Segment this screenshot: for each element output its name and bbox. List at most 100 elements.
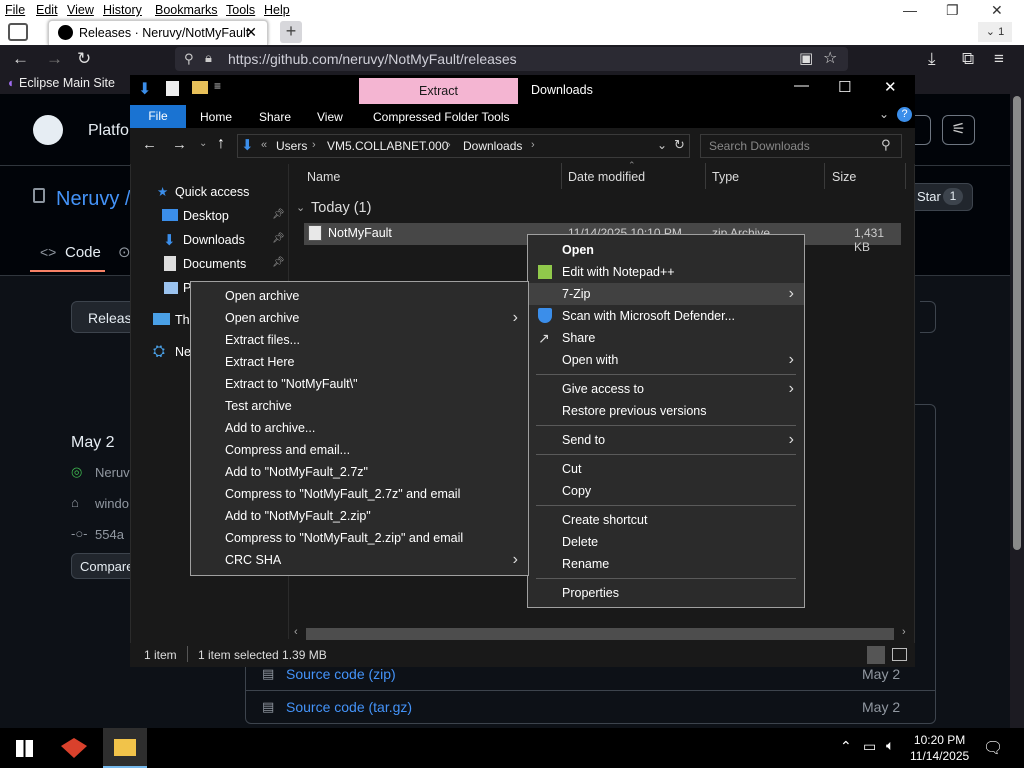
help-icon[interactable]: ?: [897, 107, 912, 122]
menu-bookmarks[interactable]: Bookmarks: [155, 3, 218, 17]
zip-compress-7z-email[interactable]: Compress to "NotMyFault_2.7z" and email: [191, 483, 528, 505]
new-tab-button[interactable]: +: [280, 21, 302, 43]
pin-icon[interactable]: 📌︎: [272, 233, 285, 244]
zip-extract-to-folder[interactable]: Extract to "NotMyFault\": [191, 373, 528, 395]
browser-tab[interactable]: Releases · Neruvy/NotMyFault ✕: [48, 20, 268, 45]
menu-item-properties[interactable]: Properties: [528, 582, 804, 604]
menu-item-restore-versions[interactable]: Restore previous versions: [528, 400, 804, 422]
menu-item-rename[interactable]: Rename: [528, 553, 804, 575]
platform-menu[interactable]: Platfo: [88, 122, 129, 140]
zip-extract-here[interactable]: Extract Here: [191, 351, 528, 373]
ribbon-tab-file[interactable]: File: [130, 105, 186, 128]
bookmark-star-icon[interactable]: ☆: [823, 48, 837, 68]
ribbon-expand-icon[interactable]: ⌄: [879, 107, 889, 121]
site-info-icon[interactable]: ⚲: [184, 51, 194, 67]
filter-icon[interactable]: ⚟: [942, 115, 975, 145]
minimize-icon[interactable]: —: [903, 2, 917, 18]
breadcrumb-profile[interactable]: VM5.COLLABNET.000: [327, 139, 448, 153]
downloads-icon[interactable]: ⤓: [928, 49, 936, 69]
tab-overflow-button[interactable]: ⌄ 1: [978, 22, 1012, 42]
group-collapse-icon[interactable]: ⌄: [296, 201, 305, 214]
ribbon-tab-share[interactable]: Share: [259, 110, 291, 124]
tags-button-edge[interactable]: [920, 301, 936, 333]
menu-item-7zip[interactable]: 7-Zip ›: [528, 283, 804, 305]
pin-icon[interactable]: 📌︎: [272, 257, 285, 268]
commit-link[interactable]: 554a: [95, 527, 124, 542]
page-scrollbar-thumb[interactable]: [1013, 96, 1021, 550]
scroll-right-icon[interactable]: ›: [902, 626, 906, 638]
column-date[interactable]: Date modified: [568, 170, 645, 184]
extensions-icon[interactable]: ⧉: [962, 49, 974, 69]
ribbon-tab-compressed-tools[interactable]: Compressed Folder Tools: [373, 110, 510, 124]
github-logo-icon[interactable]: [33, 115, 63, 145]
menu-history[interactable]: History: [103, 3, 142, 17]
author-link[interactable]: Neruv: [95, 465, 130, 480]
zip-open-archive[interactable]: Open archive: [191, 285, 528, 307]
forward-icon[interactable]: →: [46, 49, 63, 69]
group-today[interactable]: Today (1): [311, 200, 371, 216]
zip-test-archive[interactable]: Test archive: [191, 395, 528, 417]
zip-add-to-archive[interactable]: Add to archive...: [191, 417, 528, 439]
menu-item-delete[interactable]: Delete: [528, 531, 804, 553]
explorer-forward-icon[interactable]: →: [172, 136, 187, 153]
menu-edit[interactable]: Edit: [36, 3, 58, 17]
column-divider[interactable]: [905, 163, 906, 189]
breadcrumb-users[interactable]: Users: [276, 139, 307, 153]
quick-access-toolbar-dropdown-icon[interactable]: ≡: [214, 79, 221, 93]
column-divider[interactable]: [561, 163, 562, 189]
zip-open-archive-sub[interactable]: Open archive ›: [191, 307, 528, 329]
breadcrumb-downloads[interactable]: Downloads: [463, 139, 522, 153]
tag-link[interactable]: windo: [95, 496, 129, 511]
zip-add-7z[interactable]: Add to "NotMyFault_2.7z": [191, 461, 528, 483]
asset-link-zip[interactable]: Source code (zip): [286, 666, 396, 682]
zip-extract-files[interactable]: Extract files...: [191, 329, 528, 351]
zip-compress-email[interactable]: Compress and email...: [191, 439, 528, 461]
issues-icon[interactable]: ⊙: [118, 243, 131, 261]
tab-code[interactable]: Code: [65, 244, 101, 261]
start-windows-icon[interactable]: [16, 740, 33, 757]
explorer-minimize-icon[interactable]: —: [794, 77, 809, 94]
extract-context-tab[interactable]: Extract: [359, 78, 518, 104]
scroll-left-icon[interactable]: ‹: [294, 626, 298, 638]
column-size[interactable]: Size: [832, 170, 856, 184]
repo-owner-link[interactable]: Neruvy /: [56, 188, 130, 211]
zip-compress-zip-email[interactable]: Compress to "NotMyFault_2.zip" and email: [191, 527, 528, 549]
tab-list-icon[interactable]: [8, 23, 28, 41]
explorer-maximize-icon[interactable]: ☐: [838, 78, 851, 96]
nav-documents[interactable]: Documents: [183, 257, 246, 271]
recent-locations-icon[interactable]: ⌄: [199, 138, 207, 149]
pin-icon[interactable]: 📌︎: [272, 209, 285, 220]
address-bar[interactable]: ⬇ « Users › VM5.COLLABNET.000 › Download…: [237, 134, 690, 158]
app-menu-icon[interactable]: ≡: [994, 49, 1004, 69]
menu-item-give-access[interactable]: Give access to ›: [528, 378, 804, 400]
reload-icon[interactable]: ↻: [77, 49, 91, 69]
search-downloads-box[interactable]: Search Downloads ⚲: [700, 134, 902, 158]
up-icon[interactable]: ↑: [217, 135, 225, 153]
refresh-icon[interactable]: ↻: [674, 137, 685, 153]
column-divider[interactable]: [705, 163, 706, 189]
volume-muted-icon[interactable]: 🔈︎: [886, 737, 894, 754]
properties-icon[interactable]: [166, 81, 179, 96]
taskbar-file-explorer[interactable]: [103, 728, 147, 768]
menu-view[interactable]: View: [67, 3, 94, 17]
zip-crc-sha[interactable]: CRC SHA ›: [191, 549, 528, 571]
menu-item-open-with[interactable]: Open with ›: [528, 349, 804, 371]
menu-item-cut[interactable]: Cut: [528, 458, 804, 480]
details-view-icon[interactable]: [867, 646, 885, 664]
new-folder-icon[interactable]: [192, 81, 208, 94]
zip-add-zip[interactable]: Add to "NotMyFault_2.zip": [191, 505, 528, 527]
reader-view-icon[interactable]: ▣: [799, 49, 813, 67]
search-box-edge[interactable]: [913, 115, 931, 145]
column-name[interactable]: Name: [307, 170, 340, 184]
menu-help[interactable]: Help: [264, 3, 290, 17]
breadcrumb-sep-icon[interactable]: ›: [312, 139, 316, 151]
large-icons-view-icon[interactable]: [892, 648, 907, 661]
nav-desktop[interactable]: Desktop: [183, 209, 229, 223]
breadcrumb-sep-icon[interactable]: ›: [447, 139, 451, 151]
menu-item-create-shortcut[interactable]: Create shortcut: [528, 509, 804, 531]
address-dropdown-icon[interactable]: ⌄: [657, 138, 667, 152]
restore-icon[interactable]: ❐: [946, 2, 959, 19]
url-text[interactable]: https://github.com/neruvy/NotMyFault/rel…: [228, 51, 517, 67]
ribbon-tab-view[interactable]: View: [317, 110, 343, 124]
show-hidden-icons-icon[interactable]: ⌃: [840, 738, 852, 755]
